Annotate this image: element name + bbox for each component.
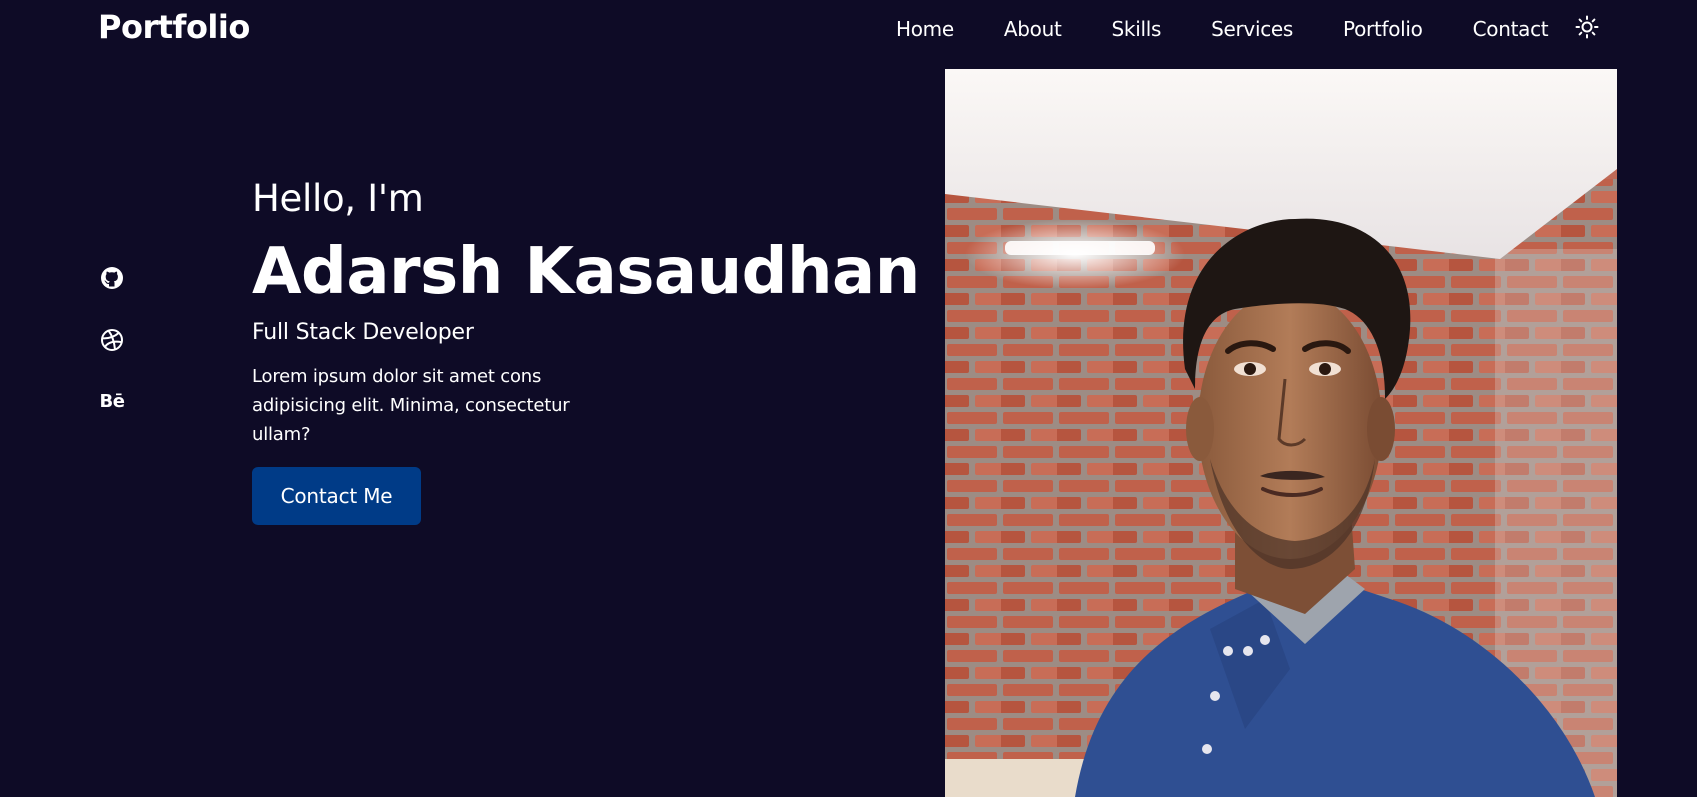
github-icon[interactable]	[98, 264, 126, 292]
contact-me-button[interactable]: Contact Me	[252, 467, 421, 525]
main-nav: Home About Skills Services Portfolio Con…	[896, 14, 1600, 41]
profile-photo	[945, 69, 1617, 797]
sun-icon[interactable]	[1574, 14, 1600, 40]
nav-contact[interactable]: Contact	[1473, 17, 1549, 41]
hero-name: Adarsh Kasaudhan	[252, 235, 920, 309]
nav-skills[interactable]: Skills	[1112, 17, 1162, 41]
hero-role: Full Stack Developer	[252, 320, 474, 345]
behance-icon[interactable]: Bē	[98, 388, 126, 416]
hero-description: Lorem ipsum dolor sit amet cons adipisic…	[252, 366, 570, 445]
site-logo[interactable]: Portfolio	[98, 8, 250, 46]
nav-home[interactable]: Home	[896, 17, 954, 41]
social-links: Bē	[98, 264, 126, 450]
page: Portfolio Home About Skills Services Por…	[0, 0, 1697, 797]
dribbble-icon[interactable]	[98, 326, 126, 354]
hero-section: Hello, I'm Adarsh Kasaudhan Full Stack D…	[252, 176, 920, 525]
nav-about[interactable]: About	[1004, 17, 1062, 41]
hero-greeting: Hello, I'm	[252, 177, 424, 220]
nav-portfolio[interactable]: Portfolio	[1343, 17, 1423, 41]
nav-services[interactable]: Services	[1211, 17, 1293, 41]
